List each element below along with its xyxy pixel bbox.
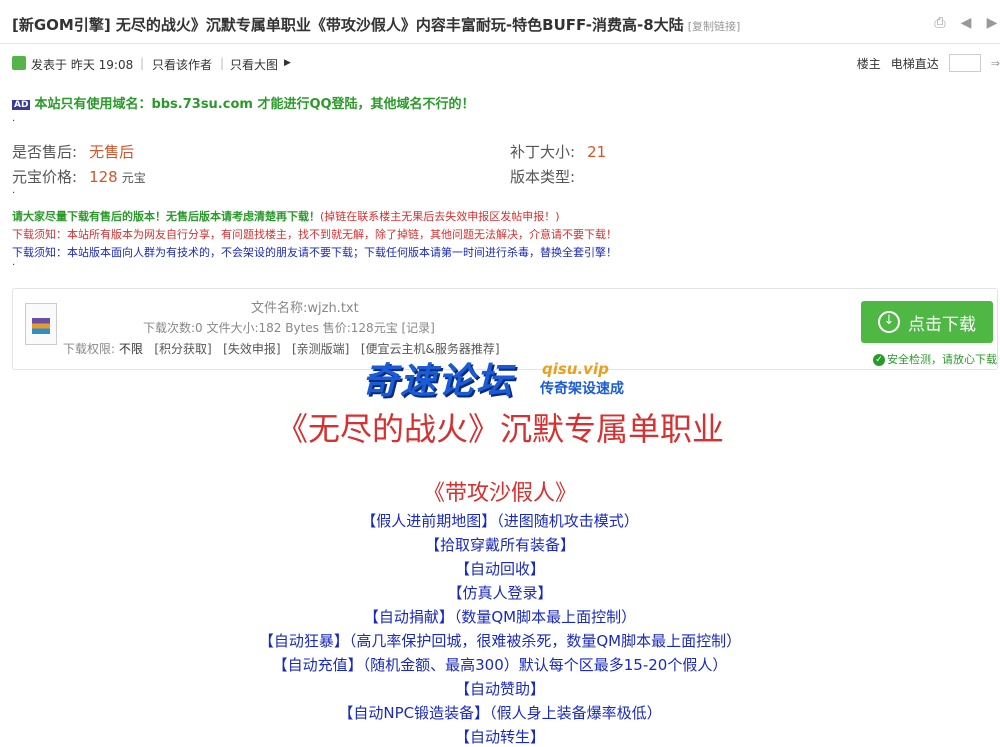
after-sale-label: 是否售后: [12, 143, 78, 161]
floor-owner-label: 楼主 [856, 56, 881, 71]
post-time: 发表于 昨天 19:08 [31, 58, 134, 72]
big-image-link[interactable]: 只看大图 [230, 56, 278, 73]
version-type-field: 版本类型: [510, 166, 575, 187]
meta-separator: | [220, 56, 225, 70]
patch-size-field: 补丁大小: 21 [510, 141, 606, 162]
invalid-report-link[interactable]: [失效申报] [223, 342, 280, 356]
feature-line: 【自动NPC锻造装备】（假人身上装备爆率极低） [338, 704, 662, 722]
arrow-right-icon: ▶ [284, 58, 291, 68]
ad-badge: AD [12, 99, 31, 110]
download-button[interactable]: 点击下载 [861, 301, 993, 343]
next-icon[interactable]: ▶ [984, 16, 1000, 30]
notice-line-1-red: (掉链在联系楼主无果后去失效申报区发帖申报！) [320, 210, 560, 223]
after-sale-field: 是否售后: 无售后 [12, 141, 134, 162]
price-label: 元宝价格: [12, 168, 78, 186]
feature-line: 【自动捐献】（数量QM脚本最上面控制） [363, 608, 637, 626]
header-tools: ⎙ ◀ ▶ [932, 16, 1000, 30]
dot-marker: · [12, 188, 16, 199]
price-value: 128 [89, 168, 118, 186]
meta-separator: | [140, 56, 145, 70]
ad-notice: AD 本站只有使用域名：bbs.73su.com 才能进行QQ登陆，其他域名不行的… [12, 93, 475, 112]
feature-line: 【假人进前期地图】（进图随机攻击模式） [361, 512, 639, 530]
patch-size-value: 21 [587, 143, 607, 161]
floor-jump-input[interactable] [948, 54, 981, 72]
forum-watermark: 奇速论坛 qisu.vip 传奇架设速成 [362, 352, 624, 404]
post-header: [新GOM引擎] 无尽的战火》沉默专属单职业《带攻沙假人》内容丰富耐玩-特色BU… [0, 0, 1000, 44]
thread-title-text: [新GOM引擎] 无尽的战火》沉默专属单职业《带攻沙假人》内容丰富耐玩-特色BU… [12, 16, 684, 34]
feature-line: 【自动赞助】 [454, 680, 545, 698]
tested-version-link[interactable]: [亲测版端] [292, 342, 349, 356]
floor-nav: 楼主 电梯直达 ⇒ [857, 54, 1000, 72]
download-icon [878, 311, 900, 333]
content-subtitle: 《带攻沙假人》 [422, 481, 577, 506]
safe-text: 安全检测，请放心下载 [887, 353, 997, 366]
permission-value: 不限 [118, 342, 143, 356]
feature-line: 【自动回收】 [454, 560, 545, 578]
points-link[interactable]: [积分获取] [154, 342, 211, 356]
patch-size-label: 补丁大小: [510, 143, 576, 161]
notice-line-3: 下载须知：本站版本面向人群为有技术的，不会架设的朋友请不要下载；下载任何版本请第… [12, 246, 617, 259]
notice-line-1-text: 请大家尽量下载有售后的版本！无售后版本请考虑清楚再下载！ [12, 210, 320, 223]
permission-label: 下载权限: [63, 342, 116, 356]
version-type-label: 版本类型: [510, 168, 576, 186]
feature-line: 【仿真人登录】 [447, 584, 553, 602]
author-only-link[interactable]: 只看该作者 [152, 56, 212, 73]
archive-file-icon [25, 303, 57, 345]
watermark-slogan: 传奇架设速成 [540, 381, 624, 397]
feature-line: 【自动充值】（随机金额、最高300）默认每个区最多15-20个假人） [272, 656, 728, 674]
file-stats: 下载次数:0 文件大小:182 Bytes 售价:128元宝 [记录] [143, 321, 435, 335]
notice-line-2: 下载须知：本站所有版本为网友自行分享，有问题找楼主，找不到就无解，除了掉链，其他… [12, 228, 617, 241]
file-name: 文件名称:wjzh.txt [251, 301, 359, 316]
jump-label: 电梯直达 [890, 56, 939, 71]
online-user-icon [12, 56, 26, 70]
thread-title: [新GOM引擎] 无尽的战火》沉默专属单职业《带攻沙假人》内容丰富耐玩-特色BU… [12, 14, 740, 35]
feature-line: 【自动狂暴】（高几率保护回城，很难被杀死，数量QM脚本最上面控制） [258, 632, 742, 650]
check-icon: ✓ [873, 354, 885, 366]
copy-link[interactable]: [复制链接] [688, 20, 741, 33]
safe-check: ✓ 安全检测，请放心下载 [873, 351, 997, 367]
price-field: 元宝价格: 128 元宝 [12, 166, 146, 187]
content-title: 《无尽的战火》沉默专属单职业 [275, 410, 724, 448]
dot-marker: · [12, 116, 16, 127]
go-arrow-icon[interactable]: ⇒ [991, 57, 1000, 70]
notice-line-1: 请大家尽量下载有售后的版本！无售后版本请考虑清楚再下载！(掉链在联系楼主无果后去… [12, 208, 560, 224]
ad-text: 本站只有使用域名：bbs.73su.com 才能进行QQ登陆，其他域名不行的！ [34, 97, 475, 112]
feature-line: 【拾取穿戴所有装备】 [424, 536, 575, 554]
after-sale-value: 无售后 [89, 143, 135, 161]
dot-marker: · [12, 260, 16, 271]
print-icon[interactable]: ⎙ [932, 16, 948, 30]
download-label: 点击下载 [908, 314, 976, 335]
watermark-site: qisu.vip [542, 360, 609, 378]
price-unit: 元宝 [121, 171, 146, 185]
watermark-main: 奇速论坛 [362, 361, 515, 402]
prev-icon[interactable]: ◀ [958, 16, 974, 30]
post-meta: 发表于 昨天 19:08 | 只看该作者 | 只看大图 ▶ 楼主 电梯直达 ⇒ [12, 54, 1000, 74]
